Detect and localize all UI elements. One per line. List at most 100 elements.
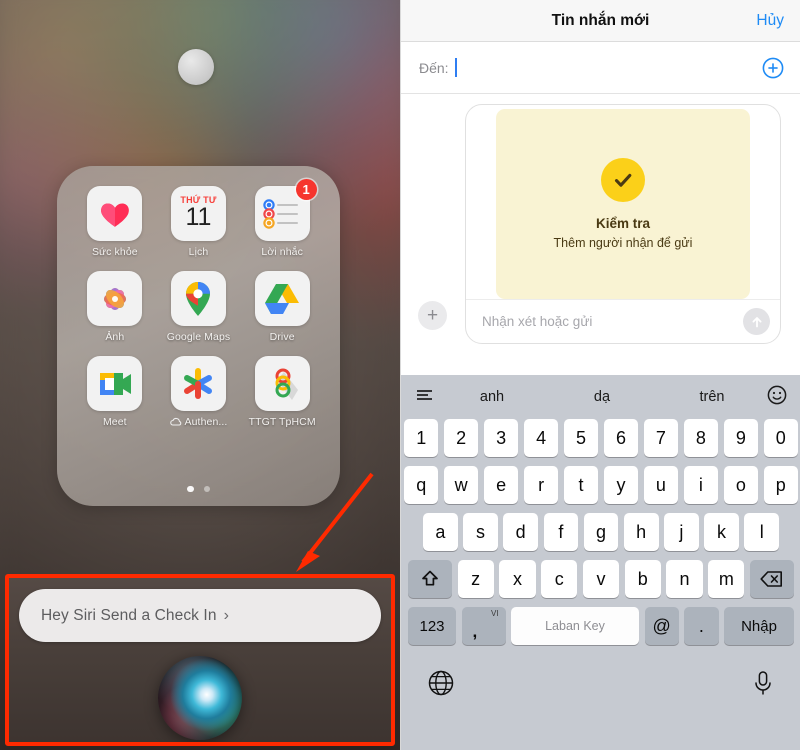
photos-icon bbox=[87, 271, 143, 326]
key-b[interactable]: b bbox=[624, 560, 661, 598]
arrow-up-icon[interactable] bbox=[743, 308, 770, 335]
recipient-row[interactable]: Đến: bbox=[401, 42, 800, 94]
key-e[interactable]: e bbox=[483, 466, 519, 504]
heart-icon bbox=[87, 186, 143, 241]
key-numeric-toggle[interactable]: 123 bbox=[408, 607, 456, 645]
key-r[interactable]: r bbox=[523, 466, 559, 504]
app-suc-khoe[interactable]: Sức khỏe bbox=[73, 186, 157, 258]
suggestion-word-1[interactable]: anh bbox=[437, 389, 547, 405]
key-p[interactable]: p bbox=[763, 466, 799, 504]
app-label: Lời nhắc bbox=[261, 246, 303, 258]
suggestion-word-2[interactable]: dạ bbox=[547, 389, 657, 405]
key-7[interactable]: 7 bbox=[643, 419, 679, 457]
app-label-text: Authen... bbox=[184, 416, 228, 428]
assistive-touch-button[interactable] bbox=[178, 49, 214, 85]
globe-icon[interactable] bbox=[427, 669, 455, 702]
key-d[interactable]: d bbox=[503, 513, 538, 551]
key-9[interactable]: 9 bbox=[723, 419, 759, 457]
app-label: Sức khỏe bbox=[91, 246, 138, 258]
key-5[interactable]: 5 bbox=[563, 419, 599, 457]
app-label: TTGT TpHCM bbox=[248, 416, 316, 428]
key-q[interactable]: q bbox=[403, 466, 439, 504]
key-i[interactable]: i bbox=[683, 466, 719, 504]
app-drive[interactable]: Drive bbox=[240, 271, 324, 343]
cancel-button[interactable]: Hủy bbox=[756, 12, 784, 30]
navigation-bar: Tin nhắn mới Hủy bbox=[401, 0, 800, 42]
key-c[interactable]: c bbox=[541, 560, 578, 598]
key-v[interactable]: v bbox=[582, 560, 620, 598]
key-6[interactable]: 6 bbox=[603, 419, 639, 457]
cloud-download-icon bbox=[169, 417, 181, 426]
key-at[interactable]: @ bbox=[644, 607, 679, 645]
key-m[interactable]: m bbox=[708, 560, 745, 598]
bubble-input-placeholder: Nhận xét hoặc gửi bbox=[482, 314, 593, 329]
app-loi-nhac[interactable]: 1 Lời nhắc bbox=[240, 179, 324, 258]
menu-lines-icon[interactable] bbox=[415, 388, 437, 407]
key-3[interactable]: 3 bbox=[483, 419, 519, 457]
key-comma-superscript: VI bbox=[490, 609, 499, 618]
backspace-icon[interactable] bbox=[749, 560, 794, 598]
key-u[interactable]: u bbox=[643, 466, 679, 504]
app-label: Google Maps bbox=[166, 331, 231, 343]
key-comma-label: , bbox=[472, 622, 478, 641]
keyboard-row-2: a s d f g h j k l bbox=[404, 513, 798, 551]
keyboard-row-1: q w e r t y u i o p bbox=[403, 466, 799, 504]
key-l[interactable]: l bbox=[744, 513, 780, 551]
key-n[interactable]: n bbox=[666, 560, 703, 598]
key-j[interactable]: j bbox=[664, 513, 699, 551]
folder-page-dots[interactable] bbox=[57, 485, 340, 492]
app-authenticator[interactable]: Authen... bbox=[157, 356, 241, 428]
key-enter[interactable]: Nhập bbox=[724, 607, 794, 645]
app-label: Lịch bbox=[188, 246, 209, 258]
key-s[interactable]: s bbox=[463, 513, 498, 551]
key-comma[interactable]: VI , bbox=[461, 607, 506, 645]
key-space[interactable]: Laban Key bbox=[511, 607, 639, 645]
checkin-message-bubble[interactable]: Kiểm tra Thêm người nhận để gửi Nhận xét… bbox=[465, 104, 781, 344]
app-label: Drive bbox=[269, 331, 295, 343]
key-o[interactable]: o bbox=[723, 466, 759, 504]
page-dot-active[interactable] bbox=[187, 485, 194, 492]
keyboard-row-3: z x c v b n m bbox=[404, 560, 798, 598]
app-folder: Sức khỏe THỨ TƯ 11 Lịch 1 Lời nhắc Ảnh G… bbox=[57, 166, 340, 506]
keyboard-rows: 1 2 3 4 5 6 7 8 9 0 q w e r t y u i o p … bbox=[401, 419, 800, 645]
key-x[interactable]: x bbox=[499, 560, 536, 598]
key-8[interactable]: 8 bbox=[683, 419, 719, 457]
checkmark-icon bbox=[601, 158, 645, 202]
checkin-title: Kiểm tra bbox=[595, 216, 651, 231]
app-google-maps[interactable]: Google Maps bbox=[157, 271, 241, 343]
key-k[interactable]: k bbox=[704, 513, 739, 551]
emoji-smiley-icon[interactable] bbox=[767, 385, 787, 410]
key-t[interactable]: t bbox=[563, 466, 599, 504]
key-g[interactable]: g bbox=[583, 513, 619, 551]
key-h[interactable]: h bbox=[623, 513, 659, 551]
attach-plus-button[interactable]: + bbox=[418, 301, 447, 330]
key-dot[interactable]: . bbox=[684, 607, 719, 645]
key-z[interactable]: z bbox=[457, 560, 494, 598]
key-1[interactable]: 1 bbox=[403, 419, 439, 457]
calendar-icon: THỨ TƯ 11 bbox=[170, 186, 226, 241]
siri-highlight-region: Hey Siri Send a Check In › bbox=[5, 574, 395, 746]
key-a[interactable]: a bbox=[422, 513, 458, 551]
microphone-icon[interactable] bbox=[751, 669, 775, 702]
key-0[interactable]: 0 bbox=[763, 419, 799, 457]
suggestion-word-3[interactable]: trên bbox=[657, 389, 767, 405]
key-4[interactable]: 4 bbox=[523, 419, 559, 457]
app-ttgt-tphcm[interactable]: TTGT TpHCM bbox=[240, 356, 324, 428]
app-lich[interactable]: THỨ TƯ 11 Lịch bbox=[157, 186, 241, 258]
app-meet[interactable]: Meet bbox=[73, 356, 157, 428]
siri-orb[interactable] bbox=[158, 656, 242, 740]
siri-suggestion-pill[interactable]: Hey Siri Send a Check In › bbox=[19, 589, 381, 642]
virtual-keyboard: anh dạ trên 1 2 3 4 5 6 7 8 9 0 q w e r … bbox=[401, 375, 800, 750]
key-y[interactable]: y bbox=[603, 466, 639, 504]
key-f[interactable]: f bbox=[543, 513, 579, 551]
page-dot[interactable] bbox=[203, 485, 210, 492]
bubble-comment-input[interactable]: Nhận xét hoặc gửi bbox=[466, 299, 780, 343]
key-w[interactable]: w bbox=[443, 466, 479, 504]
page-title: Tin nhắn mới bbox=[551, 11, 650, 29]
plus-circle-icon[interactable] bbox=[762, 57, 784, 79]
folder-app-grid: Sức khỏe THỨ TƯ 11 Lịch 1 Lời nhắc Ảnh G… bbox=[73, 179, 324, 428]
key-2[interactable]: 2 bbox=[443, 419, 479, 457]
shift-arrow-icon[interactable] bbox=[408, 560, 453, 598]
siri-suggestion-text: Hey Siri Send a Check In bbox=[41, 606, 217, 624]
app-anh[interactable]: Ảnh bbox=[73, 271, 157, 343]
